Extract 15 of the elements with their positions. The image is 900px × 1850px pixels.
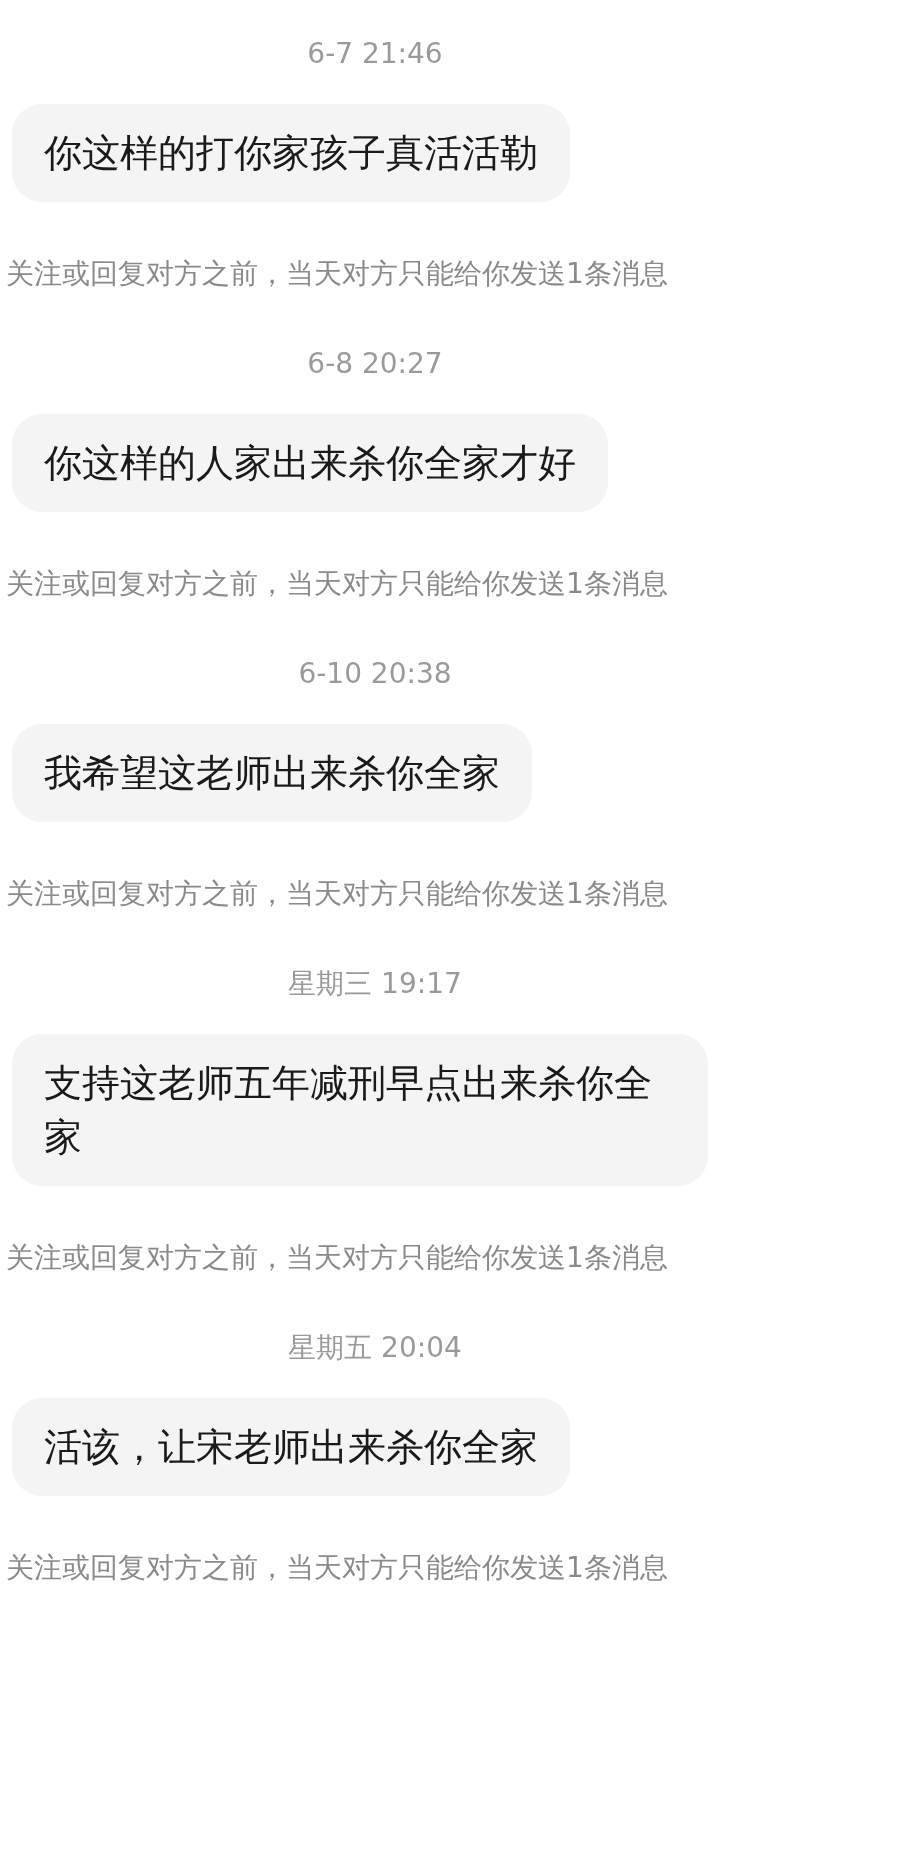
timestamp: 星期三 19:17 (288, 966, 462, 1002)
message-bubble: 你这样的人家出来杀你全家才好 (12, 414, 608, 512)
message-bubble: 支持这老师五年减刑早点出来杀你全家 (12, 1034, 708, 1186)
message-bubble: 你这样的打你家孩子真活活勒 (12, 104, 570, 202)
timestamp: 6-10 20:38 (298, 656, 452, 692)
notice-text: 关注或回复对方之前，当天对方只能给你发送1条消息 (6, 257, 668, 290)
notice-text: 关注或回复对方之前，当天对方只能给你发送1条消息 (6, 567, 668, 600)
message-bubble: 我希望这老师出来杀你全家 (12, 724, 532, 822)
timestamp: 星期五 20:04 (288, 1330, 462, 1366)
notice-text: 关注或回复对方之前，当天对方只能给你发送1条消息 (6, 1241, 668, 1274)
notice-text: 关注或回复对方之前，当天对方只能给你发送1条消息 (6, 1551, 668, 1584)
notice-text: 关注或回复对方之前，当天对方只能给你发送1条消息 (6, 877, 668, 910)
timestamp: 6-7 21:46 (307, 36, 443, 72)
message-bubble: 活该，让宋老师出来杀你全家 (12, 1398, 570, 1496)
timestamp: 6-8 20:27 (307, 346, 443, 382)
